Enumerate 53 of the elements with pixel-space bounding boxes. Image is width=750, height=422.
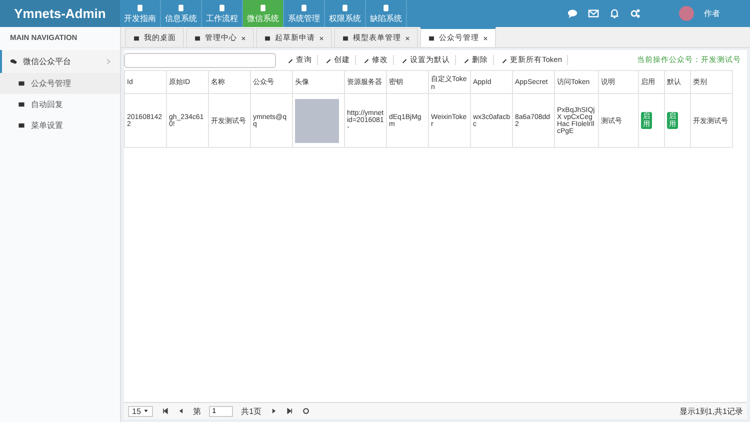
menu-item-icon <box>136 4 144 12</box>
last-page-icon[interactable] <box>286 407 294 415</box>
dropdown-icon <box>143 408 150 414</box>
close-icon[interactable] <box>405 36 410 40</box>
user-name[interactable]: 作者 <box>704 8 720 19</box>
pencil-icon <box>463 56 470 64</box>
pencil-icon <box>501 56 508 64</box>
close-icon[interactable] <box>241 36 246 40</box>
pencil-icon <box>287 56 294 64</box>
sidebar-item[interactable]: 自动回复 <box>0 94 120 115</box>
item-icon <box>18 80 25 87</box>
item-icon <box>18 101 25 108</box>
tab-icon <box>264 34 271 42</box>
refresh-icon[interactable] <box>302 407 310 415</box>
bell-icon[interactable] <box>609 8 620 19</box>
item-icon <box>18 122 25 129</box>
sidebar-item[interactable]: 公众号管理 <box>0 73 120 94</box>
page-size-select[interactable]: 15 <box>128 406 154 416</box>
tab-icon <box>133 34 140 42</box>
chat-icon[interactable] <box>567 8 578 19</box>
menu-item-icon <box>382 4 390 12</box>
menu-item-icon <box>218 4 226 12</box>
chat-icon <box>10 58 17 65</box>
menu-item-icon <box>177 4 185 12</box>
close-icon[interactable] <box>319 36 324 40</box>
sidebar-item-label: 公众号管理 <box>31 78 71 89</box>
first-page-icon[interactable] <box>161 407 170 415</box>
settings-icon[interactable] <box>630 8 641 19</box>
brand-logo: Ymnets-Admin <box>0 0 120 27</box>
total-pages-text: 共1页 <box>241 406 262 416</box>
page-label: 第 <box>193 406 202 416</box>
sidebar-item-label: 自动回复 <box>31 99 63 110</box>
sidebar-item-label: 菜单设置 <box>31 120 63 131</box>
previous-page-icon[interactable] <box>177 407 186 415</box>
chevron-icon <box>105 58 112 65</box>
search-field[interactable] <box>124 52 276 68</box>
menu-item-icon <box>300 4 308 12</box>
pencil-icon <box>363 56 370 64</box>
pencil-icon <box>401 56 408 64</box>
sidebar-group[interactable]: 微信公众平台 <box>0 50 120 73</box>
photo-placeholder <box>295 98 339 142</box>
tab-icon <box>342 34 349 42</box>
next-page-icon[interactable] <box>270 407 278 415</box>
tab-icon <box>428 34 435 42</box>
sidebar-group-label: 微信公众平台 <box>23 56 71 67</box>
record-summary: 显示1到1,共1记录 <box>679 406 743 416</box>
pencil-icon <box>325 56 332 64</box>
menu-item-icon <box>259 4 267 12</box>
close-icon[interactable] <box>483 36 488 40</box>
tab-icon <box>194 34 201 42</box>
sidebar-item[interactable]: 菜单设置 <box>0 115 120 136</box>
menu-item-icon <box>341 4 349 12</box>
mail-icon[interactable] <box>588 8 599 19</box>
